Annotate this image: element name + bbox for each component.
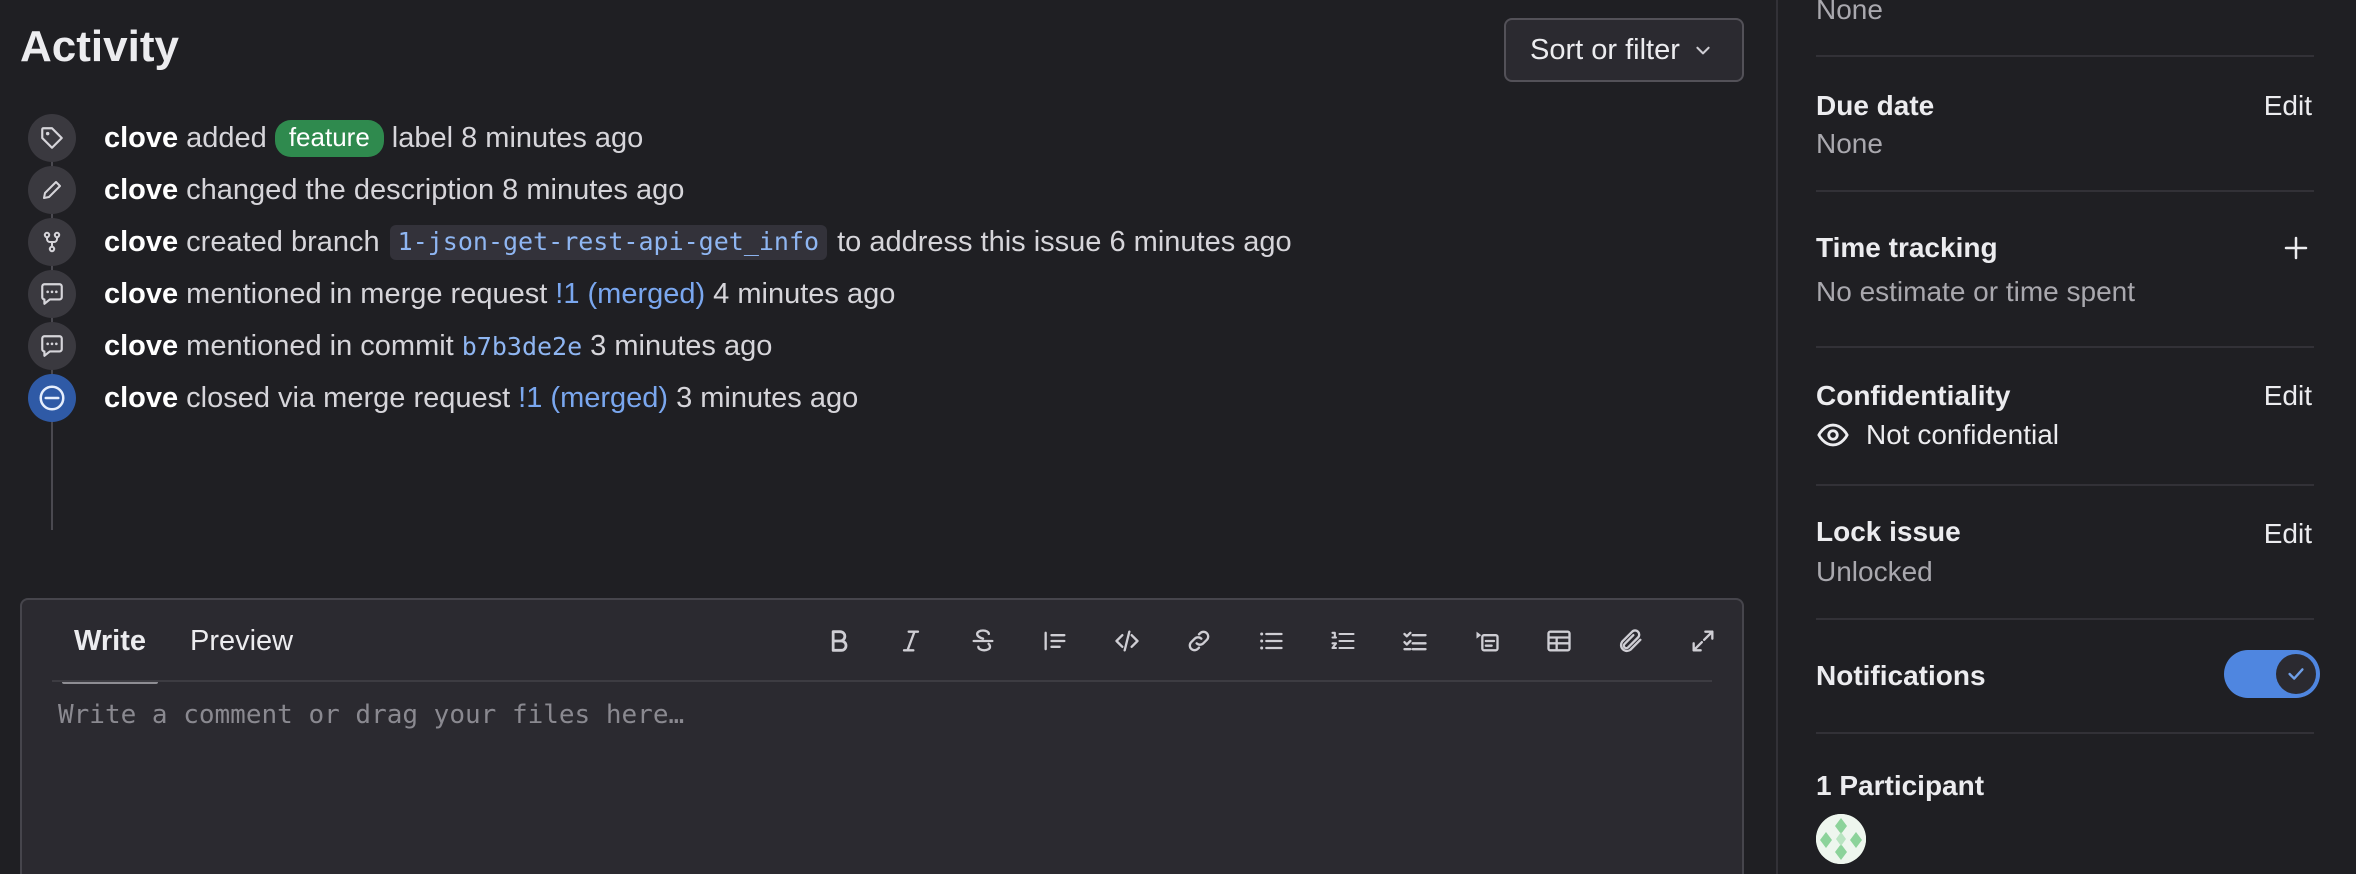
fullscreen-icon[interactable] <box>1676 614 1730 668</box>
sort-filter-label: Sort or filter <box>1530 33 1680 66</box>
quote-icon[interactable] <box>1028 614 1082 668</box>
tag-icon <box>28 114 76 162</box>
editor-tabs: Write Preview <box>52 600 315 684</box>
task-list-icon[interactable] <box>1388 614 1442 668</box>
event-time: label 8 minutes ago <box>391 121 644 154</box>
event-author[interactable]: clove <box>104 382 178 415</box>
plus-icon[interactable] <box>2280 232 2312 264</box>
notifications-toggle[interactable] <box>2224 650 2320 698</box>
italic-icon[interactable] <box>884 614 938 668</box>
event-action: mentioned in merge request <box>186 277 548 310</box>
activity-section: Activity Sort or filter clove added feat… <box>0 0 1776 874</box>
eye-icon <box>1816 418 1850 452</box>
comment-textarea[interactable] <box>58 700 1698 870</box>
event-author[interactable]: clove <box>104 174 178 207</box>
comment-editor: Write Preview <box>20 598 1744 874</box>
tab-preview[interactable]: Preview <box>168 600 315 682</box>
confidentiality-status: Not confidential <box>1816 418 2059 452</box>
confidentiality-edit-button[interactable]: Edit <box>2264 380 2312 412</box>
event-text: clove added feature label 8 minutes ago <box>104 119 644 157</box>
event-text: clove mentioned in commit b7b3de2e 3 min… <box>104 330 772 363</box>
event-text: clove closed via merge request !1 (merge… <box>104 382 858 415</box>
label-badge-feature[interactable]: feature <box>274 119 384 157</box>
event-action: created branch <box>186 225 380 258</box>
time-tracking-title: Time tracking <box>1816 232 1998 263</box>
tab-write[interactable]: Write <box>52 600 168 684</box>
strikethrough-icon[interactable] <box>956 614 1010 668</box>
formatting-toolbar <box>812 614 1748 668</box>
comment-icon <box>28 270 76 318</box>
merge-request-link[interactable]: !1 (merged) <box>555 278 705 311</box>
event-action: closed via merge request <box>186 381 511 414</box>
bullet-list-icon[interactable] <box>1244 614 1298 668</box>
due-date-value: None <box>1816 128 1883 159</box>
sidebar-separator <box>1816 618 2314 620</box>
event-author[interactable]: clove <box>104 122 178 155</box>
sidebar-separator <box>1816 484 2314 486</box>
commit-link[interactable]: b7b3de2e <box>462 332 582 361</box>
sidebar-separator <box>1816 55 2314 57</box>
attach-icon[interactable] <box>1604 614 1658 668</box>
sidebar-separator <box>1816 732 2314 734</box>
activity-heading: Activity <box>20 22 179 71</box>
confidentiality-title: Confidentiality <box>1816 380 2011 411</box>
branch-name[interactable]: 1-json-get-rest-api-get_info <box>389 224 828 260</box>
lock-issue-edit-button[interactable]: Edit <box>2264 518 2312 550</box>
notifications-title: Notifications <box>1816 660 1986 691</box>
sort-filter-button[interactable]: Sort or filter <box>1504 18 1744 82</box>
event-action: mentioned in commit <box>186 329 454 362</box>
event-author[interactable]: clove <box>104 330 178 363</box>
check-icon <box>2276 654 2316 694</box>
lock-issue-title: Lock issue <box>1816 516 1961 547</box>
time-tracking-value: No estimate or time spent <box>1816 276 2136 307</box>
collapsible-section-icon[interactable] <box>1460 614 1514 668</box>
branch-icon <box>28 218 76 266</box>
due-date-title: Due date <box>1816 90 1935 121</box>
avatar[interactable] <box>1816 814 1866 864</box>
event-text: clove mentioned in merge request !1 (mer… <box>104 278 895 311</box>
editor-divider <box>52 680 1712 682</box>
participants-title: 1 Participant <box>1816 770 1985 801</box>
numbered-list-icon[interactable] <box>1316 614 1370 668</box>
event-time: 3 minutes ago <box>590 329 773 362</box>
event-action: added <box>186 121 267 154</box>
issue-page: Activity Sort or filter clove added feat… <box>0 0 2356 874</box>
event-time: 4 minutes ago <box>713 277 896 310</box>
pencil-icon <box>28 166 76 214</box>
comment-icon <box>28 322 76 370</box>
event-author[interactable]: clove <box>104 278 178 311</box>
sidebar-separator <box>1816 346 2314 348</box>
event-action: changed the description 8 minutes ago <box>186 173 685 206</box>
table-icon[interactable] <box>1532 614 1586 668</box>
due-date-edit-button[interactable]: Edit <box>2264 90 2312 122</box>
event-time: to address this issue 6 minutes ago <box>837 225 1292 258</box>
lock-issue-value: Unlocked <box>1816 556 1933 587</box>
confidentiality-value: Not confidential <box>1866 419 2060 450</box>
event-author[interactable]: clove <box>104 226 178 259</box>
sidebar-separator <box>1816 190 2314 192</box>
milestone-value: None <box>1816 0 1883 25</box>
event-text: clove changed the description 8 minutes … <box>104 174 684 207</box>
closed-icon <box>28 374 76 422</box>
event-text: clove created branch 1-json-get-rest-api… <box>104 224 1292 260</box>
link-icon[interactable] <box>1172 614 1226 668</box>
event-time: 3 minutes ago <box>676 381 859 414</box>
issue-sidebar: None Due date Edit None Time tracking No… <box>1778 0 2356 874</box>
bold-icon[interactable] <box>812 614 866 668</box>
code-icon[interactable] <box>1100 614 1154 668</box>
merge-request-link[interactable]: !1 (merged) <box>518 382 668 415</box>
chevron-down-icon <box>1694 41 1712 59</box>
